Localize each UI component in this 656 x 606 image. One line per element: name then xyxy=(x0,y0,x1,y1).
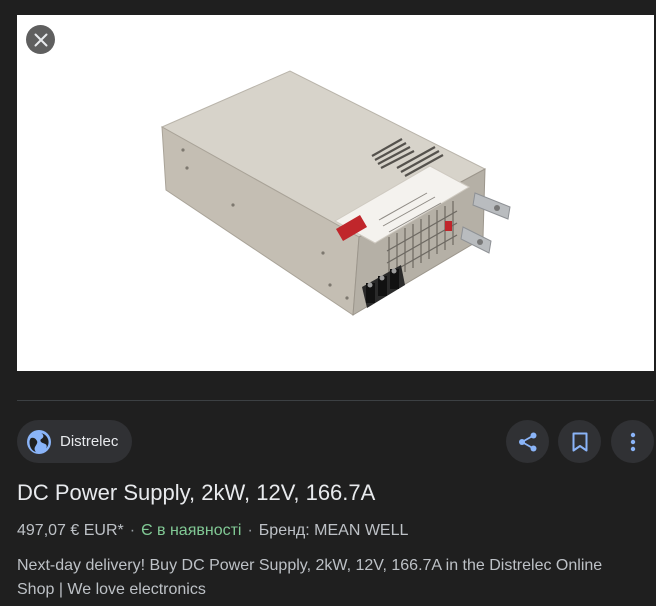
product-image xyxy=(160,70,511,316)
product-brand: Бренд: MEAN WELL xyxy=(258,522,409,539)
close-icon xyxy=(34,33,47,46)
meta-separator: · xyxy=(247,522,253,539)
share-button[interactable] xyxy=(506,420,549,463)
availability-status: Є в наявності xyxy=(141,522,242,539)
product-title[interactable]: DC Power Supply, 2kW, 12V, 166.7A xyxy=(17,480,375,506)
globe-icon xyxy=(27,429,51,454)
product-price: 497,07 € EUR* xyxy=(17,522,124,539)
product-image-panel[interactable] xyxy=(17,15,654,371)
bookmark-button[interactable] xyxy=(558,420,601,463)
product-description: Next-day delivery! Buy DC Power Supply, … xyxy=(17,557,603,598)
more-vert-icon xyxy=(630,432,635,451)
share-icon xyxy=(518,432,536,451)
divider xyxy=(17,400,654,401)
meta-separator: · xyxy=(129,522,136,539)
product-meta: 497,07 € EUR* · Є в наявності · Бренд: MEAN … xyxy=(17,522,408,540)
bookmark-icon xyxy=(572,432,587,451)
source-chip[interactable]: Distrelec xyxy=(17,420,133,463)
source-name: Distrelec xyxy=(60,433,119,450)
close-button[interactable] xyxy=(26,25,55,54)
more-options-button[interactable] xyxy=(611,420,654,463)
